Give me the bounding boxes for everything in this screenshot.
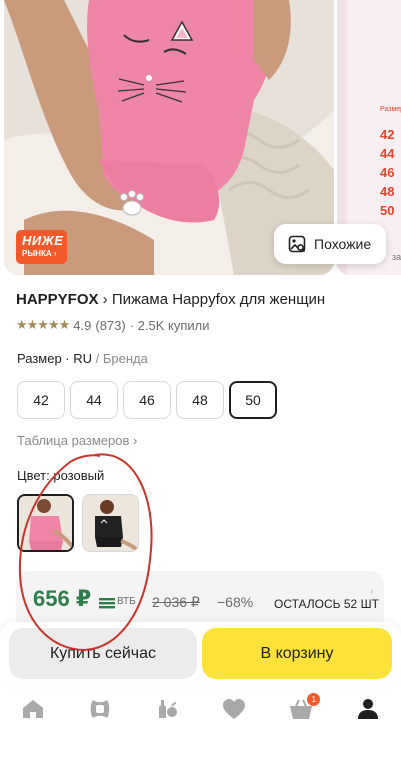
bank-name: ВТБ: [117, 596, 136, 607]
black-variant-thumbnail: [83, 495, 138, 551]
bottom-tab-bar: 1: [0, 686, 401, 732]
brand-link[interactable]: HAPPYFOX: [16, 291, 99, 308]
size-label: Размер · RU / Бренда: [17, 351, 148, 366]
color-swatches: [17, 494, 139, 552]
old-price: 2 036 ₽: [152, 594, 200, 610]
size-option-44[interactable]: 44: [70, 381, 118, 419]
similar-button[interactable]: Похожие: [274, 224, 386, 264]
rating-row[interactable]: ★★★★★ 4.9 (873) · 2.5K купили: [16, 317, 210, 333]
vtb-bank-icon: [99, 598, 115, 609]
next-photo-size: 48: [380, 184, 395, 199]
size-option-50[interactable]: 50: [229, 381, 277, 419]
color-swatch-pink[interactable]: [17, 494, 74, 552]
similar-button-label: Похожие: [314, 236, 372, 252]
size-label-dot: ·: [61, 351, 74, 366]
tab-cart[interactable]: 1: [267, 686, 334, 732]
purchase-count: · 2.5K купили: [129, 317, 210, 333]
next-photo-size: 44: [380, 146, 395, 161]
brands-icon: [159, 700, 178, 718]
color-label: Цвет: розовый: [17, 468, 105, 483]
badge-subtitle: РЫНКА ›: [22, 249, 57, 258]
next-photo-size: 42: [380, 127, 395, 142]
size-label-text: Размер: [17, 351, 62, 366]
badge-title: НИЖЕ: [22, 233, 64, 248]
cart-count-badge: 1: [307, 693, 321, 706]
product-name: Пижама Happyfox для женщин: [111, 291, 326, 308]
stock-remaining: ОСТАЛОСЬ 52 ШТ: [274, 597, 379, 611]
next-photo-size: 50: [380, 203, 395, 218]
next-photo-size-header: Размер: [380, 106, 401, 113]
size-system-brand[interactable]: / Бренда: [92, 351, 148, 366]
next-photo-tail-text: за: [392, 252, 401, 262]
next-photo-size-list: Размер 42 44 46 48 50: [380, 100, 401, 220]
tab-profile[interactable]: [334, 686, 401, 732]
catalog-icon: [90, 700, 110, 718]
rating-stars-icon: ★★★★★: [16, 317, 70, 332]
rating-value: 4.9: [73, 317, 92, 333]
more-info-chevron-icon[interactable]: ›: [370, 586, 373, 597]
color-swatch-black[interactable]: [82, 494, 139, 552]
pink-variant-thumbnail: [19, 496, 72, 550]
image-search-icon: [288, 235, 306, 253]
size-table-link[interactable]: Таблица размеров ›: [17, 433, 137, 448]
brand-separator: ›: [98, 291, 112, 308]
tab-catalog[interactable]: [67, 686, 134, 732]
product-title: HAPPYFOX › Пижама Happyfox для женщин: [16, 290, 325, 310]
size-options: 42 44 46 48 50: [17, 381, 277, 419]
discount-percent: −68%: [217, 594, 254, 610]
size-option-48[interactable]: 48: [176, 381, 224, 419]
product-gallery[interactable]: Размер 42 44 46 48 50 за НИЖЕ РЫНКА › По…: [0, 0, 401, 278]
home-icon: [23, 700, 44, 718]
profile-icon: [357, 699, 378, 719]
tab-favorites[interactable]: [200, 686, 267, 732]
size-option-46[interactable]: 46: [123, 381, 171, 419]
add-to-cart-button[interactable]: В корзину: [202, 628, 392, 679]
size-system-ru[interactable]: RU: [73, 351, 92, 366]
next-photo-size: 46: [380, 165, 395, 180]
below-market-badge[interactable]: НИЖЕ РЫНКА ›: [16, 230, 67, 264]
size-option-42[interactable]: 42: [17, 381, 65, 419]
buy-now-button[interactable]: Купить сейчас: [9, 628, 197, 679]
tab-brands[interactable]: [134, 686, 201, 732]
tab-home[interactable]: [0, 686, 67, 732]
current-price: 656 ₽: [33, 586, 92, 611]
heart-icon: [222, 699, 245, 719]
review-count: (873): [95, 317, 126, 333]
